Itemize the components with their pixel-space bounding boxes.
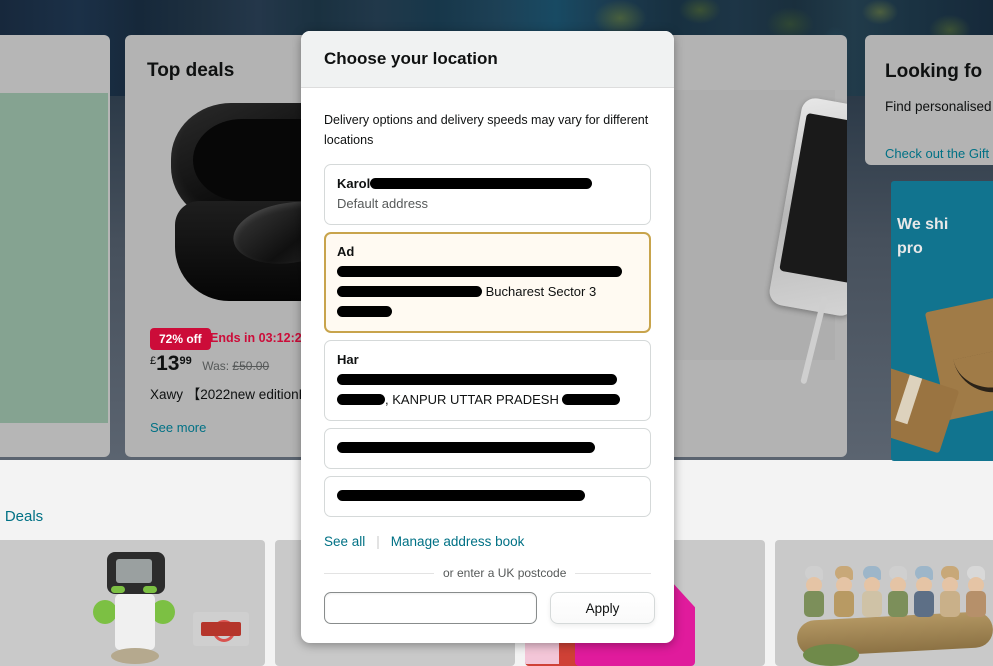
address-city-region: , KANPUR UTTAR PRADESH — [385, 392, 563, 407]
address-option[interactable]: Ad Bucharest Sector 3 — [324, 232, 651, 333]
redacted-text-block — [337, 490, 585, 502]
redacted-text-block — [337, 442, 595, 454]
divider-rule-left — [324, 572, 434, 574]
redacted-text-block — [337, 306, 392, 318]
modal-title: Choose your location — [324, 49, 498, 68]
address-recipient-name: Har — [337, 352, 359, 367]
address-primary-line: Ad — [337, 242, 638, 282]
address-option[interactable] — [324, 428, 651, 469]
postcode-input[interactable] — [324, 592, 537, 624]
address-recipient-name: Karol — [337, 176, 371, 191]
address-recipient-name: Ad — [337, 244, 355, 259]
redacted-text-block — [337, 266, 622, 278]
link-separator: | — [376, 534, 380, 549]
address-default-label: Default address — [337, 196, 429, 211]
see-all-link[interactable]: See all — [324, 534, 365, 549]
address-option[interactable]: Karol Default address — [324, 164, 651, 225]
choose-location-modal: Choose your location Delivery options an… — [301, 31, 674, 643]
divider-rule-right — [575, 572, 651, 574]
address-primary-line — [337, 438, 638, 458]
postcode-row: Apply — [324, 592, 655, 624]
modal-body: Delivery options and delivery speeds may… — [301, 88, 674, 643]
redacted-text-block — [562, 394, 621, 406]
address-list: Karol Default address Ad Bucharest Sector … — [324, 164, 651, 517]
redacted-text-block — [337, 286, 482, 298]
address-city-region: Bucharest Sector 3 — [482, 284, 597, 299]
or-divider-label: or — [508, 641, 519, 643]
address-option[interactable]: Har , KANPUR UTTAR PRADESH — [324, 340, 651, 421]
address-primary-line: Har — [337, 350, 638, 390]
apply-button[interactable]: Apply — [550, 592, 655, 624]
redacted-text-block — [370, 178, 593, 190]
address-primary-line — [337, 486, 638, 506]
address-option[interactable] — [324, 476, 651, 517]
manage-address-book-link[interactable]: Manage address book — [391, 534, 525, 549]
modal-intro-text: Delivery options and delivery speeds may… — [324, 113, 649, 147]
postcode-divider: or enter a UK postcode — [324, 566, 651, 580]
address-secondary-line: Bucharest Sector 3 — [337, 282, 638, 302]
or-divider: or — [324, 641, 651, 643]
postcode-divider-label: or enter a UK postcode — [443, 566, 567, 580]
address-primary-line: Karol — [337, 174, 638, 194]
address-secondary-line: , KANPUR UTTAR PRADESH — [337, 390, 638, 410]
redacted-text-block — [337, 394, 385, 406]
modal-header: Choose your location — [301, 31, 674, 88]
redacted-text-block — [337, 374, 617, 386]
address-links-row: See all | Manage address book — [324, 534, 651, 549]
address-secondary-line — [337, 302, 638, 322]
